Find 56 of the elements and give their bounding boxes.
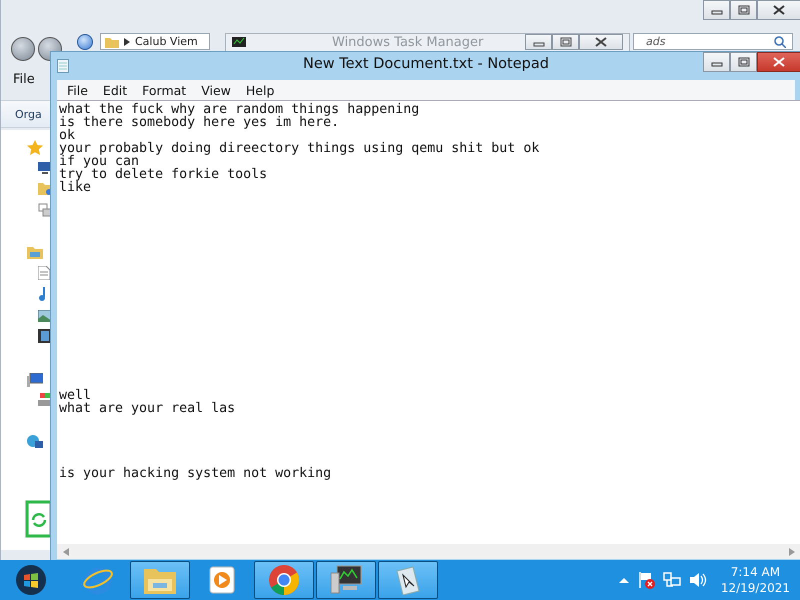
menu-item[interactable]: Edit <box>102 82 128 98</box>
monitor-icon <box>232 36 246 48</box>
right-arrow-icon <box>789 548 795 556</box>
window-title: Windows Task Manager <box>332 35 484 50</box>
toolbar-button[interactable]: Orga <box>15 108 42 120</box>
up-button[interactable] <box>77 34 93 50</box>
taskbar-button[interactable] <box>378 561 438 599</box>
volume-icon[interactable] <box>688 572 707 588</box>
globe-icon <box>27 435 43 449</box>
media-player-icon <box>209 566 235 594</box>
minimize-button[interactable] <box>525 34 552 50</box>
chevron-icon <box>124 38 130 46</box>
flag-icon[interactable] <box>636 571 655 589</box>
minimize-button[interactable] <box>703 0 730 20</box>
menu-item[interactable]: File <box>13 72 35 87</box>
clock-time: 7:14 AM <box>730 564 780 580</box>
close-icon <box>595 37 607 47</box>
network-icon[interactable] <box>662 571 681 589</box>
taskbar-button[interactable] <box>130 561 190 599</box>
sync-icon <box>25 500 53 538</box>
close-icon <box>773 5 785 15</box>
close-button[interactable] <box>757 52 800 72</box>
document-icon <box>38 266 50 280</box>
close-button[interactable] <box>757 0 800 20</box>
taskbar-button[interactable] <box>254 561 314 599</box>
search-field[interactable]: ads <box>633 33 793 50</box>
monitor-icon <box>329 565 363 595</box>
drive-icon <box>38 392 52 406</box>
library-icon <box>27 245 43 259</box>
maximize-button[interactable] <box>552 34 579 50</box>
minimize-button[interactable] <box>703 52 730 72</box>
left-arrow-icon <box>63 548 69 556</box>
back-button[interactable] <box>11 37 35 61</box>
menu-item[interactable]: Format <box>142 82 186 98</box>
search-icon <box>774 36 786 48</box>
maximize-button[interactable] <box>730 0 757 20</box>
address-bar[interactable]: Calub Viem <box>100 33 210 50</box>
maximize-icon <box>560 37 572 47</box>
close-button[interactable] <box>579 34 623 50</box>
notepad-icon <box>57 58 69 72</box>
menu-item[interactable]: File <box>67 82 88 98</box>
maximize-icon <box>738 57 750 67</box>
star-icon <box>27 140 43 156</box>
maximize-button[interactable] <box>730 52 757 72</box>
chrome-icon <box>268 564 300 596</box>
folder-icon <box>105 36 119 48</box>
clock-date: 12/19/2021 <box>720 580 790 596</box>
window-title: New Text Document.txt - Notepad <box>303 56 549 72</box>
show-hidden-icons-icon[interactable] <box>618 577 629 583</box>
menu-item[interactable]: Help <box>246 82 274 98</box>
maximize-icon <box>738 5 750 15</box>
computer-icon <box>27 373 43 387</box>
horizontal-scrollbar[interactable] <box>57 544 800 559</box>
close-icon <box>773 57 785 67</box>
taskbar-button[interactable] <box>316 561 376 599</box>
menu-item[interactable]: View <box>201 82 231 98</box>
